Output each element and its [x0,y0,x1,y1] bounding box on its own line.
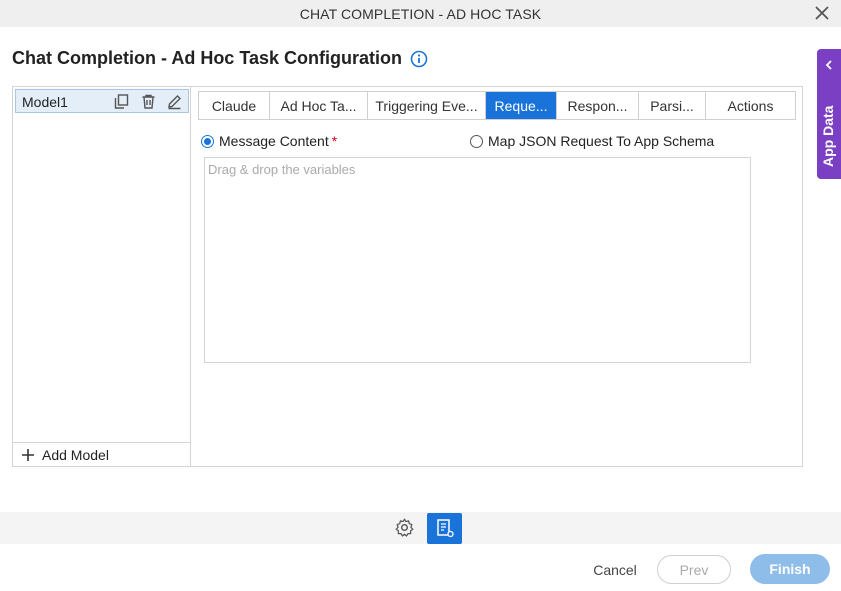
tab-ad-hoc-task[interactable]: Ad Hoc Ta... [270,92,368,119]
chevron-left-icon [825,60,832,70]
bottom-toolbar [0,512,841,544]
trash-icon[interactable] [140,93,157,110]
page-title: Chat Completion - Ad Hoc Task Configurat… [12,48,428,69]
app-data-label: App Data [820,105,836,167]
document-view-button[interactable] [427,513,462,544]
edit-icon[interactable] [166,93,183,110]
drop-placeholder: Drag & drop the variables [208,162,356,177]
tab-response[interactable]: Respon... [557,92,639,119]
app-data-panel-toggle[interactable]: App Data [817,49,841,179]
map-json-radio[interactable] [470,134,483,148]
add-model-button[interactable]: Add Model [13,442,190,467]
config-tabs: Claude Ad Hoc Ta... Triggering Eve... Re… [198,91,796,120]
window-title: CHAT COMPLETION - AD HOC TASK [299,5,542,22]
cancel-button[interactable]: Cancel [587,556,643,584]
plus-icon [22,449,34,461]
add-model-label: Add Model [42,447,109,463]
tab-claude[interactable]: Claude [199,92,270,119]
finish-button[interactable]: Finish [750,554,830,584]
document-icon [437,519,454,538]
tab-request[interactable]: Reque... [486,92,557,119]
tab-parsing[interactable]: Parsi... [639,92,706,119]
message-content-option[interactable]: Message Content * [201,133,337,149]
required-marker: * [331,133,338,149]
prev-button[interactable]: Prev [657,555,731,584]
model-name: Model1 [22,94,68,110]
window-titlebar: CHAT COMPLETION - AD HOC TASK [0,0,841,27]
tab-actions[interactable]: Actions [706,92,795,119]
model-list: Model1 Add Model [12,86,191,467]
close-icon[interactable] [813,4,831,22]
copy-icon[interactable] [113,93,130,110]
message-content-drop-area[interactable]: Drag & drop the variables [204,157,751,363]
message-content-radio[interactable] [201,134,214,148]
map-json-label: Map JSON Request To App Schema [488,133,715,149]
tab-triggering-events[interactable]: Triggering Eve... [368,92,486,119]
message-content-label: Message Content [219,133,329,149]
info-icon[interactable] [410,50,428,68]
model-item[interactable]: Model1 [15,89,189,113]
gear-icon[interactable] [394,517,415,538]
map-json-option[interactable]: Map JSON Request To App Schema [470,133,714,149]
page-title-text: Chat Completion - Ad Hoc Task Configurat… [12,48,402,68]
